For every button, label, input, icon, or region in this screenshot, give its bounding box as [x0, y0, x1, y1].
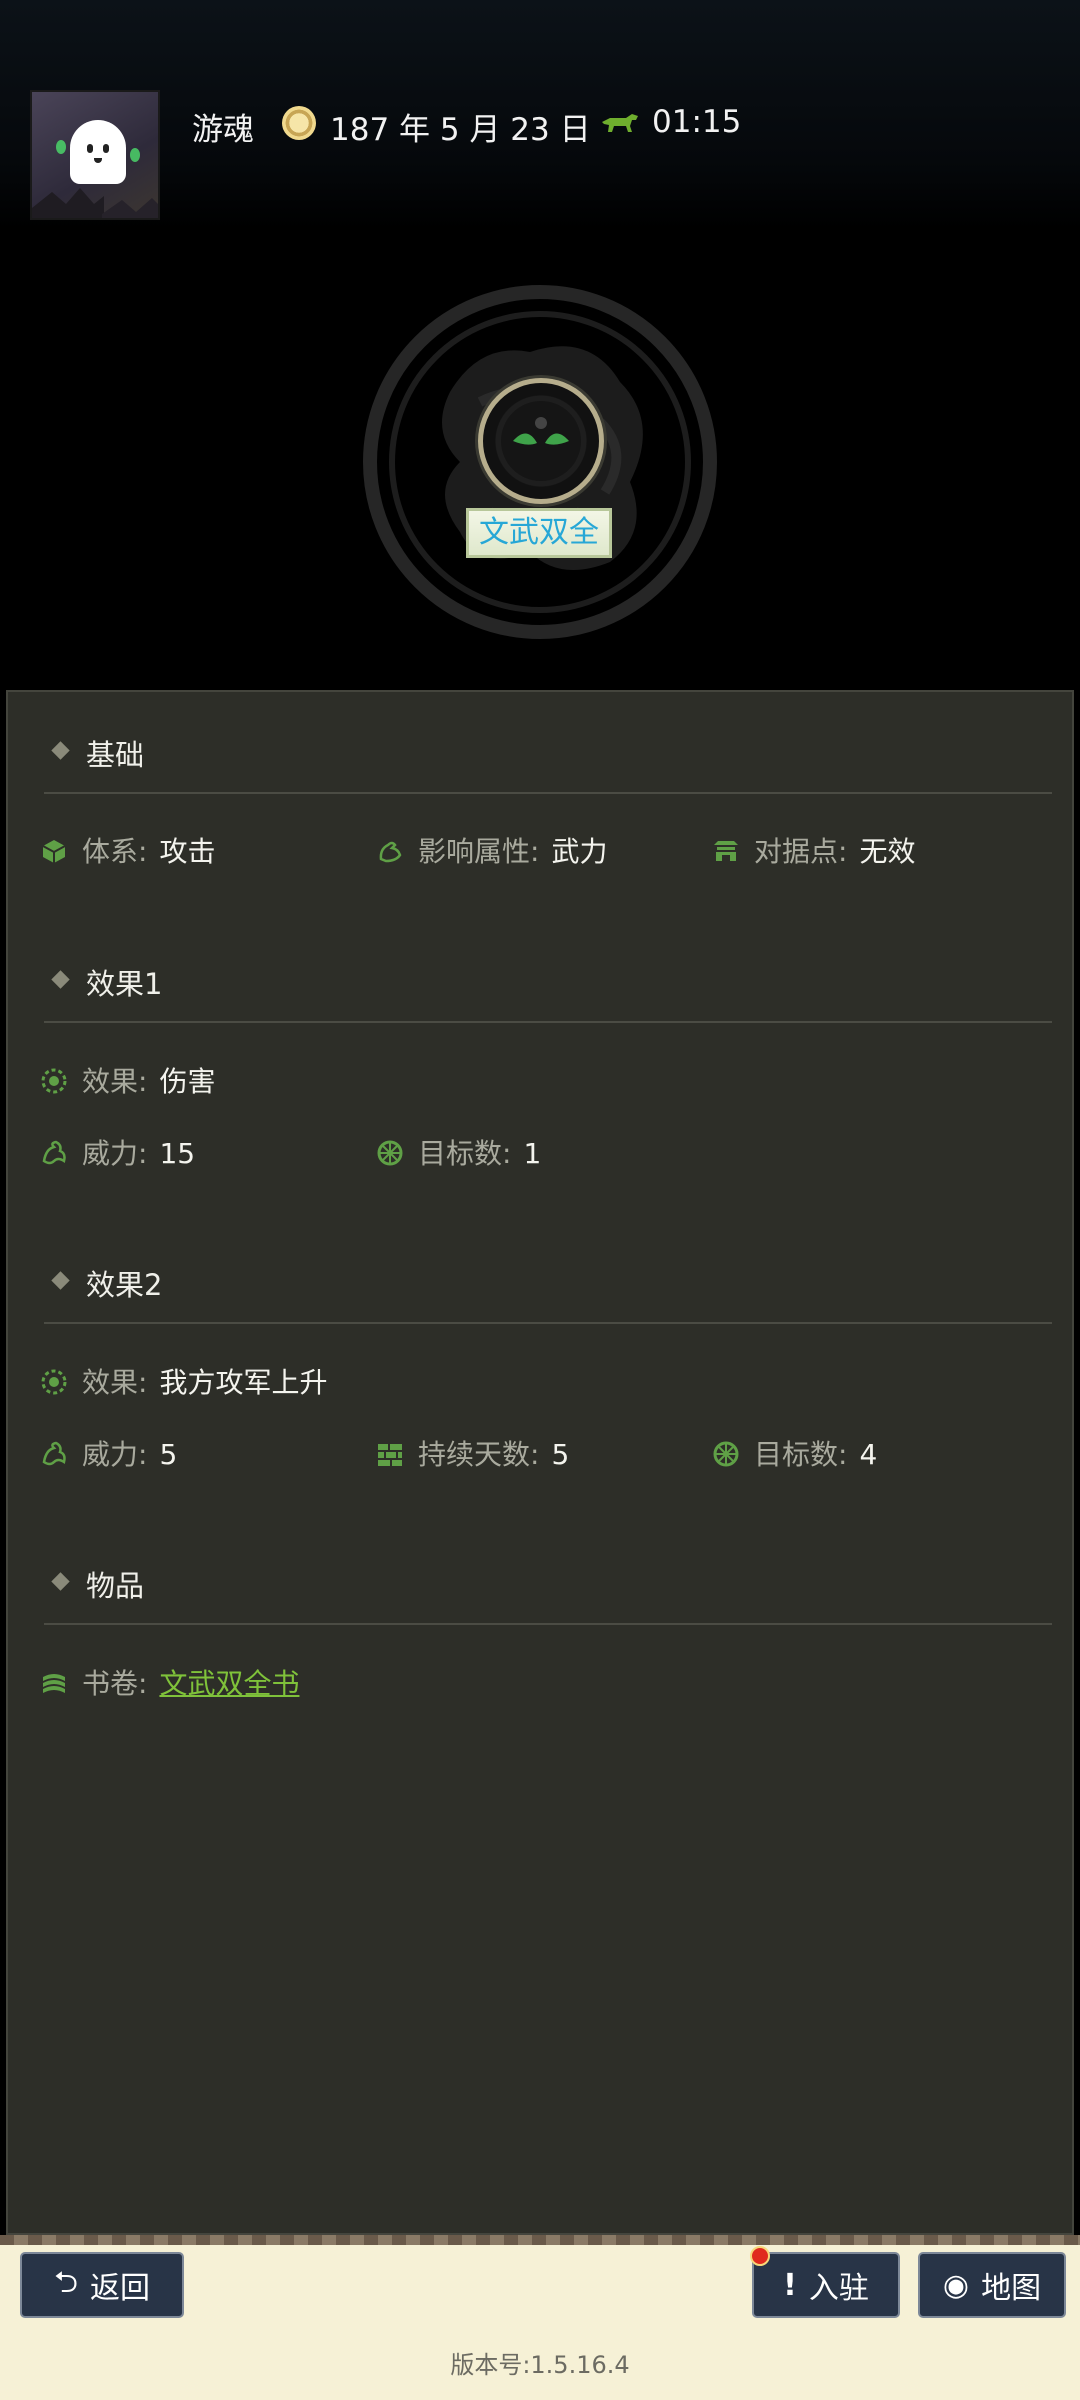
attr-targets-value: 4 [859, 1438, 878, 1471]
attr-duration-value: 5 [551, 1438, 570, 1471]
exclamation-icon: ! [783, 2267, 797, 2303]
skill-detail-panel: 基础 体系: 攻击 影响属性: 武力 对据点: 无效 效果1 效果: 伤害 威力: 15 … [6, 690, 1074, 2235]
attr-power: 威力: 15 [40, 1132, 195, 1172]
map-button[interactable]: ◉ 地图 [918, 2252, 1066, 2318]
book-link[interactable]: 文武双全书 [159, 1667, 299, 1700]
attr-stronghold: 对据点: 无效 [712, 830, 915, 870]
skill-emblem-area: 文武双全 [0, 230, 1080, 688]
section-title-effect1: 效果1 [86, 967, 163, 1001]
attr-effect: 效果: 我方攻军上升 [40, 1361, 327, 1401]
attr-power-value: 15 [159, 1137, 196, 1170]
attr-effect-value: 伤害 [159, 1065, 216, 1098]
attr-system: 体系: 攻击 [40, 830, 215, 870]
divider [44, 1623, 1052, 1625]
section-bullet-icon [51, 741, 70, 760]
attr-targets: 目标数: 4 [712, 1433, 877, 1473]
attr-influence: 影响属性: 武力 [376, 830, 607, 870]
bottom-bar: ⮌ 返回 ! 入驻 ◉ 地图 版本号:1.5.16.4 [0, 2235, 1080, 2400]
arm-icon [379, 841, 402, 863]
section-title-basic: 基础 [86, 738, 145, 772]
target-icon [377, 1140, 403, 1166]
skill-title: 文武双全 [466, 508, 612, 558]
version-label: 版本号:1.5.16.4 [450, 2351, 630, 2379]
skill-icon [478, 378, 604, 504]
target-icon [713, 1441, 739, 1467]
ghost-icon [70, 120, 126, 184]
dragon-icon [42, 1140, 66, 1165]
section-title-items: 物品 [86, 1569, 145, 1603]
divider [44, 1021, 1052, 1023]
attr-book: 书卷: 文武双全书 [40, 1662, 299, 1702]
section-bullet-icon [51, 1271, 70, 1290]
game-date: 187 年 5 月 23 日 [330, 112, 591, 148]
attr-power-value: 5 [159, 1438, 178, 1471]
player-avatar[interactable] [30, 90, 160, 220]
back-button[interactable]: ⮌ 返回 [20, 2252, 184, 2318]
undo-arrow-icon: ⮌ [53, 2264, 79, 2300]
divider [44, 1322, 1052, 1324]
attr-system-value: 攻击 [159, 835, 216, 868]
attr-targets-value: 1 [523, 1137, 542, 1170]
cube-icon [42, 840, 66, 863]
attr-stronghold-value: 无效 [859, 835, 916, 868]
globe-icon: ◉ [942, 2267, 970, 2303]
wall-icon [378, 1444, 402, 1466]
game-time: 01:15 [652, 104, 742, 140]
attr-duration: 持续天数: 5 [376, 1433, 569, 1473]
dragon-icon [42, 1441, 66, 1466]
section-bullet-icon [51, 1572, 70, 1591]
player-name: 游魂 [192, 112, 254, 148]
attr-influence-value: 武力 [551, 835, 608, 868]
scroll-icon [43, 1674, 65, 1693]
attr-effect: 效果: 伤害 [40, 1060, 215, 1100]
section-bullet-icon [51, 970, 70, 989]
attr-effect-value: 我方攻军上升 [159, 1366, 328, 1399]
gate-icon [714, 841, 738, 861]
divider [44, 792, 1052, 794]
effect-gear-icon [41, 1068, 67, 1094]
section-title-effect2: 效果2 [86, 1268, 163, 1302]
effect-gear-icon [41, 1369, 67, 1395]
top-header: 游魂 187 年 5 月 23 日 01:15 [0, 0, 1080, 230]
attr-power: 威力: 5 [40, 1433, 177, 1473]
horse-icon [602, 114, 638, 132]
calendar-icon [282, 106, 316, 140]
decorative-edge [0, 2235, 1080, 2245]
bat-silhouette [32, 188, 158, 218]
notification-dot [750, 2246, 770, 2266]
settle-button[interactable]: ! 入驻 [752, 2252, 900, 2318]
attr-targets: 目标数: 1 [376, 1132, 541, 1172]
